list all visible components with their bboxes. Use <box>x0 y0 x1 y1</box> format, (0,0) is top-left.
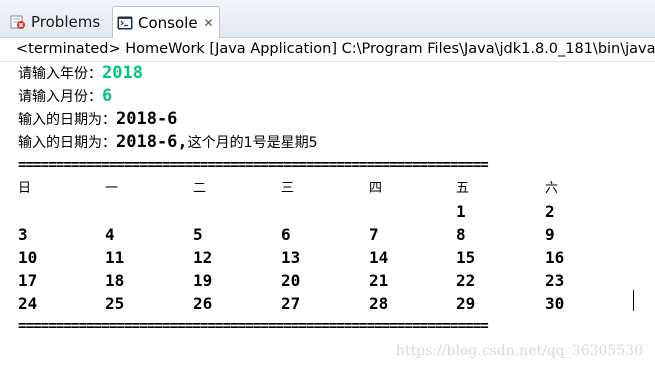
day-cell: 11 <box>105 248 125 267</box>
week-row: 10 11 12 13 14 15 16 <box>18 246 648 269</box>
day-cell: 8 <box>456 225 466 244</box>
console-line-summary: 输入的日期为：2018-6,这个月的1号是星期5 <box>18 131 648 154</box>
date-label: 输入的日期为： <box>18 112 116 128</box>
summary-label: 输入的日期为： <box>18 135 116 151</box>
day-cell: 4 <box>105 225 115 244</box>
prompt-month: 请输入月份： <box>18 89 102 105</box>
day-cell: 20 <box>281 271 301 290</box>
weekday-header: 日 <box>18 181 32 196</box>
day-cell: 13 <box>281 248 301 267</box>
console-line-year: 请输入年份：2018 <box>18 62 648 85</box>
tab-console-label: Console <box>138 13 198 32</box>
weekday-header: 四 <box>369 181 383 196</box>
separator-top: ========================================… <box>18 157 489 173</box>
day-cell: 17 <box>18 271 38 290</box>
day-cell: 30 <box>545 294 565 313</box>
weekday-header: 二 <box>193 181 207 196</box>
week-row: 24 25 26 27 28 29 30 <box>18 292 648 315</box>
day-cell: 1 <box>456 202 466 221</box>
console-line-date: 输入的日期为：2018-6 <box>18 108 648 131</box>
weekday-header: 五 <box>456 181 470 196</box>
day-cell: 24 <box>18 294 38 313</box>
console-line-month: 请输入月份：6 <box>18 85 648 108</box>
day-cell: 16 <box>545 248 565 267</box>
weekday-header: 三 <box>281 181 295 196</box>
problems-icon <box>10 14 26 30</box>
day-cell: 5 <box>193 225 203 244</box>
day-cell: 25 <box>105 294 125 313</box>
day-cell: 14 <box>369 248 389 267</box>
weekday-header: 六 <box>545 181 559 196</box>
summary-text: 这个月的1号是星期5 <box>187 135 318 151</box>
prompt-year: 请输入年份： <box>18 66 102 82</box>
day-cell: 28 <box>369 294 389 313</box>
tab-problems[interactable]: Problems <box>4 6 110 37</box>
day-cell: 6 <box>281 225 291 244</box>
date-value: 2018-6 <box>116 109 178 129</box>
process-status-line: <terminated> HomeWork [Java Application]… <box>16 41 655 57</box>
weekday-header-row: 日 一 二 三 四 五 六 <box>18 177 648 200</box>
tab-console[interactable]: Console ✕ <box>112 6 220 38</box>
day-cell: 15 <box>456 248 476 267</box>
week-row: 17 18 19 20 21 22 23 <box>18 269 648 292</box>
day-cell: 18 <box>105 271 125 290</box>
day-cell: 12 <box>193 248 213 267</box>
day-cell: 26 <box>193 294 213 313</box>
day-cell: 2 <box>545 202 555 221</box>
separator-bottom: ========================================… <box>18 318 489 334</box>
tab-problems-label: Problems <box>31 12 101 31</box>
day-cell: 7 <box>369 225 379 244</box>
week-row: 1 2 <box>18 200 648 223</box>
watermark: https://blog.csdn.net/qq_36305530 <box>395 343 643 359</box>
day-cell: 23 <box>545 271 565 290</box>
day-cell: 21 <box>369 271 389 290</box>
input-year: 2018 <box>102 63 143 83</box>
weekday-header: 一 <box>105 181 119 196</box>
text-cursor <box>633 290 634 311</box>
day-cell: 22 <box>456 271 476 290</box>
view-tab-bar: Problems Console ✕ <box>0 0 655 38</box>
day-cell: 9 <box>545 225 555 244</box>
day-cell: 3 <box>18 225 28 244</box>
day-cell: 19 <box>193 271 213 290</box>
week-row: 3 4 5 6 7 8 9 <box>18 223 648 246</box>
console-icon <box>117 15 133 31</box>
day-cell: 10 <box>18 248 38 267</box>
summary-date: 2018-6, <box>116 132 188 152</box>
day-cell: 29 <box>456 294 476 313</box>
close-icon[interactable]: ✕ <box>204 17 214 29</box>
input-month: 6 <box>102 86 113 106</box>
console-output[interactable]: 请输入年份：2018 请输入月份：6 输入的日期为：2018-6 输入的日期为：… <box>18 62 648 338</box>
day-cell: 27 <box>281 294 301 313</box>
